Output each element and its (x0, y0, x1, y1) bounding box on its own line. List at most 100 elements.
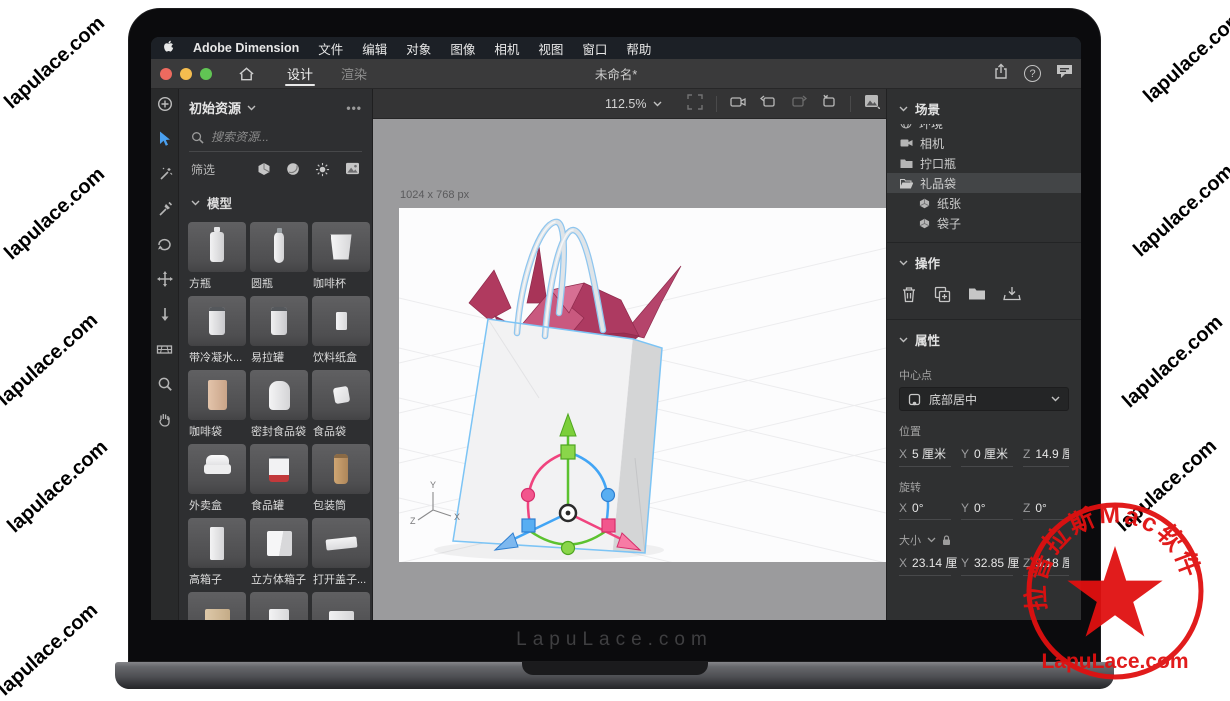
orbit-camera-icon[interactable] (156, 235, 174, 253)
model-item[interactable]: 饮料纸盒 (312, 296, 370, 370)
models-section-title[interactable]: 模型 (207, 193, 232, 212)
horizon-tool-icon[interactable] (156, 340, 174, 358)
pan-camera-icon[interactable] (156, 270, 174, 288)
tab-design[interactable]: 设计 (273, 59, 327, 88)
filter-lights-icon[interactable] (315, 162, 330, 177)
new-camera-bookmark-icon[interactable] (820, 94, 837, 114)
chevron-down-icon[interactable] (899, 106, 908, 112)
model-thumbnail[interactable] (312, 370, 370, 420)
model-item[interactable]: 外卖盒 (188, 444, 246, 518)
assets-panel-title[interactable]: 初始资源 (189, 98, 241, 117)
magic-wand-icon[interactable] (156, 165, 174, 183)
model-item[interactable]: 圆瓶 (250, 222, 308, 296)
model-thumbnail[interactable] (188, 370, 246, 420)
select-tool-icon[interactable] (156, 130, 174, 148)
scene-item[interactable]: 环境 (887, 124, 1081, 133)
model-item[interactable]: 咖啡袋 (188, 370, 246, 444)
apple-logo-icon[interactable] (161, 39, 174, 57)
duplicate-icon[interactable] (934, 286, 951, 306)
filter-materials-icon[interactable] (286, 162, 300, 176)
help-icon[interactable]: ? (1024, 65, 1041, 82)
camera-bookmark-icon[interactable] (730, 95, 747, 114)
menu-item[interactable]: 帮助 (626, 39, 651, 58)
menu-app-name[interactable]: Adobe Dimension (193, 41, 299, 55)
hand-tool-icon[interactable] (156, 410, 174, 428)
model-item[interactable]: 密封食品袋 (250, 370, 308, 444)
model-thumbnail[interactable] (188, 444, 246, 494)
scene-item[interactable]: 袋子 (887, 213, 1081, 233)
position-x-field[interactable]: X5 厘米 (899, 445, 951, 467)
scene-render[interactable]: Y X Z (399, 208, 886, 562)
scene-item[interactable]: 相机 (887, 133, 1081, 153)
menu-item[interactable]: 对象 (406, 39, 431, 58)
export-icon[interactable] (1003, 286, 1021, 306)
menu-item[interactable]: 编辑 (362, 39, 387, 58)
model-thumbnail[interactable] (250, 296, 308, 346)
delete-icon[interactable] (901, 286, 917, 306)
camera-redo-icon[interactable] (790, 94, 807, 114)
model-label: 咖啡袋 (188, 420, 246, 439)
model-thumbnail[interactable] (312, 296, 370, 346)
chevron-down-icon[interactable] (899, 260, 908, 266)
zoom-tool-icon[interactable] (156, 375, 174, 393)
filter-models-icon[interactable] (257, 162, 271, 176)
menu-item[interactable]: 图像 (450, 39, 475, 58)
sampler-eyedropper-icon[interactable] (156, 200, 174, 218)
scene-item[interactable]: 礼品袋 (887, 173, 1081, 193)
dolly-camera-icon[interactable] (156, 305, 174, 323)
rotation-y-field[interactable]: Y0° (961, 501, 1013, 520)
chevron-down-icon[interactable] (899, 337, 908, 343)
model-item[interactable]: 包装筒 (312, 444, 370, 518)
model-thumbnail[interactable] (250, 518, 308, 568)
group-icon[interactable] (968, 286, 986, 306)
asset-search[interactable] (189, 126, 362, 152)
model-item[interactable]: 食品袋 (312, 370, 370, 444)
tab-render[interactable]: 渲染 (327, 59, 381, 88)
rotation-x-field[interactable]: X0° (899, 501, 951, 520)
model-thumbnail[interactable] (250, 444, 308, 494)
search-input[interactable] (211, 130, 341, 144)
model-thumbnail[interactable] (312, 518, 370, 568)
size-y-field[interactable]: Y32.85 厘 (961, 554, 1013, 576)
camera-undo-icon[interactable] (760, 94, 777, 114)
model-item[interactable]: 易拉罐 (250, 296, 308, 370)
model-item[interactable]: 方瓶 (188, 222, 246, 296)
assets-menu-icon[interactable]: ••• (346, 101, 362, 115)
position-z-field[interactable]: Z14.9 厘米 (1023, 445, 1069, 467)
scene-item[interactable]: 拧口瓶 (887, 153, 1081, 173)
chevron-down-icon[interactable] (191, 200, 200, 206)
model-item[interactable]: 咖啡杯 (312, 222, 370, 296)
marquee-render-region-icon[interactable] (687, 94, 703, 115)
model-thumbnail[interactable] (188, 296, 246, 346)
model-thumbnail[interactable] (250, 222, 308, 272)
pivot-select[interactable]: 底部居中 (899, 387, 1069, 411)
model-item[interactable]: 带冷凝水... (188, 296, 246, 370)
render-preview-icon[interactable] (864, 94, 880, 114)
share-icon[interactable] (993, 63, 1009, 85)
close-window-button[interactable] (160, 68, 172, 80)
menu-item[interactable]: 相机 (494, 39, 519, 58)
size-x-field[interactable]: X23.14 厘 (899, 554, 951, 576)
home-icon[interactable] (238, 66, 255, 82)
add-content-icon[interactable] (156, 95, 174, 113)
zoom-window-button[interactable] (200, 68, 212, 80)
model-thumbnail[interactable] (188, 518, 246, 568)
canvas-area[interactable]: 1024 x 768 px (373, 89, 886, 620)
feedback-icon[interactable] (1056, 63, 1073, 84)
model-thumbnail[interactable] (312, 444, 370, 494)
model-thumbnail[interactable] (312, 222, 370, 272)
menu-item[interactable]: 窗口 (582, 39, 607, 58)
minimize-window-button[interactable] (180, 68, 192, 80)
menu-item[interactable]: 文件 (318, 39, 343, 58)
menu-item[interactable]: 视图 (538, 39, 563, 58)
model-item[interactable]: 食品罐 (250, 444, 308, 518)
model-thumbnail[interactable] (188, 222, 246, 272)
filter-images-icon[interactable] (345, 162, 360, 175)
position-y-field[interactable]: Y0 厘米 (961, 445, 1013, 467)
model-thumbnail[interactable] (250, 370, 308, 420)
zoom-control[interactable]: 112.5% (605, 89, 662, 119)
scene-item[interactable]: 纸张 (887, 193, 1081, 213)
lock-icon[interactable] (942, 535, 951, 546)
chevron-down-icon[interactable] (927, 537, 936, 543)
artboard[interactable]: Y X Z (399, 208, 886, 562)
